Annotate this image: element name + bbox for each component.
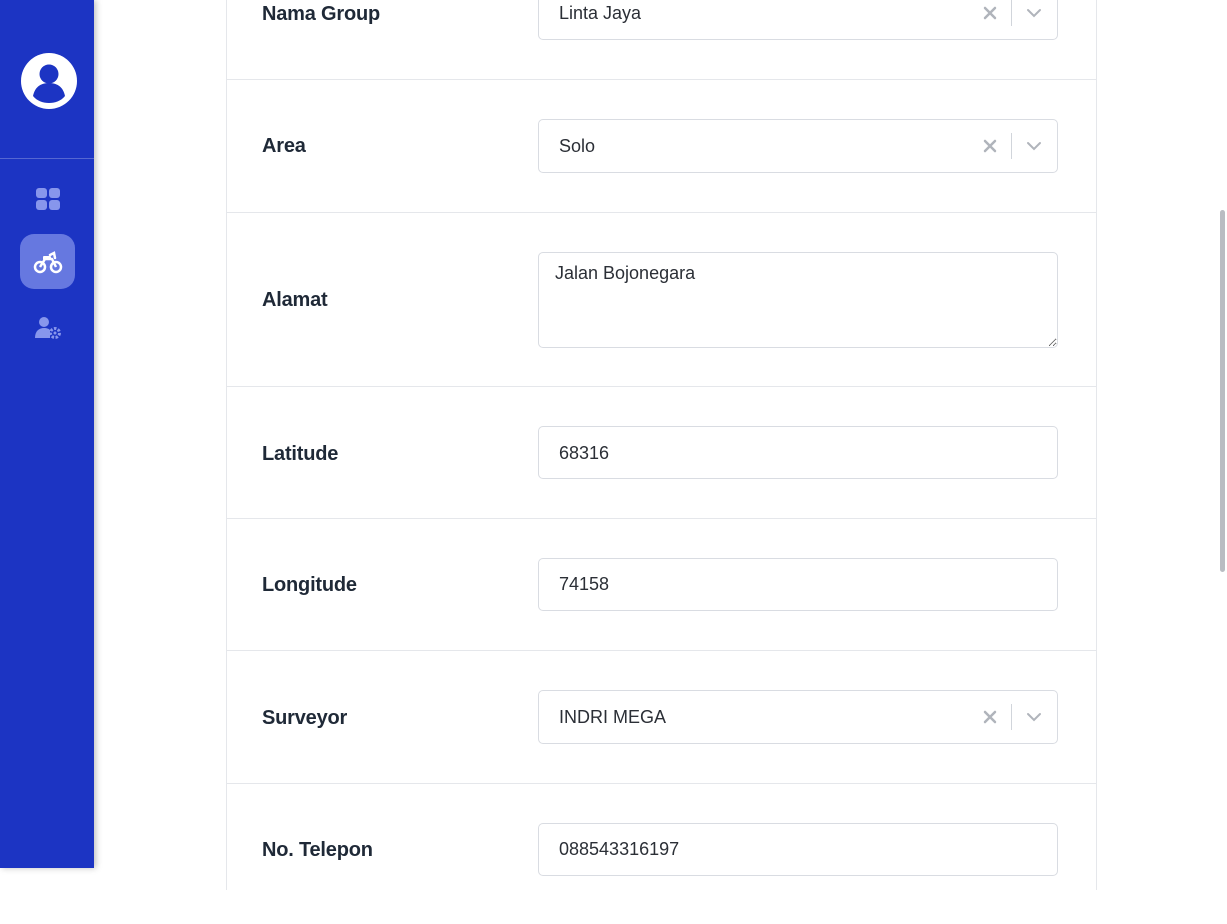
alamat-textarea[interactable]: Jalan Bojonegara — [538, 252, 1058, 348]
form-row-longitude: Longitude 74158 — [227, 519, 1096, 651]
select-separator — [1011, 0, 1012, 26]
motorcycle-icon — [33, 250, 62, 273]
no-telepon-label: No. Telepon — [262, 839, 373, 861]
form-row-area: Area Solo — [227, 80, 1096, 213]
chevron-down-icon[interactable] — [1026, 141, 1042, 151]
form-row-surveyor: Surveyor INDRI MEGA — [227, 651, 1096, 784]
user-avatar-icon[interactable] — [21, 53, 77, 109]
nama-group-value: Linta Jaya — [559, 3, 642, 23]
form-row-no-telepon: No. Telepon 088543316197 — [227, 784, 1096, 924]
latitude-label: Latitude — [262, 443, 339, 465]
surveyor-label: Surveyor — [262, 707, 348, 729]
select-separator — [1011, 704, 1012, 730]
nama-group-select[interactable]: Linta Jaya — [538, 0, 1058, 40]
surveyor-value: INDRI MEGA — [559, 707, 667, 727]
area-select[interactable]: Solo — [538, 119, 1058, 173]
user-cog-icon — [34, 316, 61, 339]
surveyor-select[interactable]: INDRI MEGA — [538, 690, 1058, 744]
group-form-card: Nama Group Linta Jaya Area Solo Alamat J… — [226, 0, 1097, 890]
form-row-latitude: Latitude 68316 — [227, 387, 1096, 519]
area-label: Area — [262, 135, 306, 157]
longitude-value: 74158 — [559, 574, 610, 594]
clear-icon[interactable] — [983, 139, 997, 153]
chevron-down-icon[interactable] — [1026, 8, 1042, 18]
form-row-alamat: Alamat Jalan Bojonegara — [227, 213, 1096, 387]
nama-group-label: Nama Group — [262, 3, 381, 25]
sidebar-item-user-settings[interactable] — [20, 300, 75, 355]
longitude-label: Longitude — [262, 574, 357, 596]
no-telepon-input[interactable]: 088543316197 — [538, 823, 1058, 876]
sidebar-item-dashboard[interactable] — [20, 171, 75, 226]
latitude-value: 68316 — [559, 443, 610, 463]
clear-icon[interactable] — [983, 6, 997, 20]
sidebar-divider — [0, 158, 94, 159]
form-row-nama-group: Nama Group Linta Jaya — [227, 0, 1096, 80]
sidebar — [0, 0, 94, 868]
chevron-down-icon[interactable] — [1026, 712, 1042, 722]
scrollbar-thumb[interactable] — [1220, 210, 1225, 572]
clear-icon[interactable] — [983, 710, 997, 724]
latitude-input[interactable]: 68316 — [538, 426, 1058, 479]
dashboard-grid-icon — [35, 187, 60, 210]
select-separator — [1011, 133, 1012, 159]
page-scrollbar[interactable] — [1219, 0, 1227, 868]
alamat-label: Alamat — [262, 289, 328, 311]
longitude-input[interactable]: 74158 — [538, 558, 1058, 611]
no-telepon-value: 088543316197 — [559, 839, 680, 859]
sidebar-item-motor[interactable] — [20, 234, 75, 289]
area-value: Solo — [559, 136, 596, 156]
